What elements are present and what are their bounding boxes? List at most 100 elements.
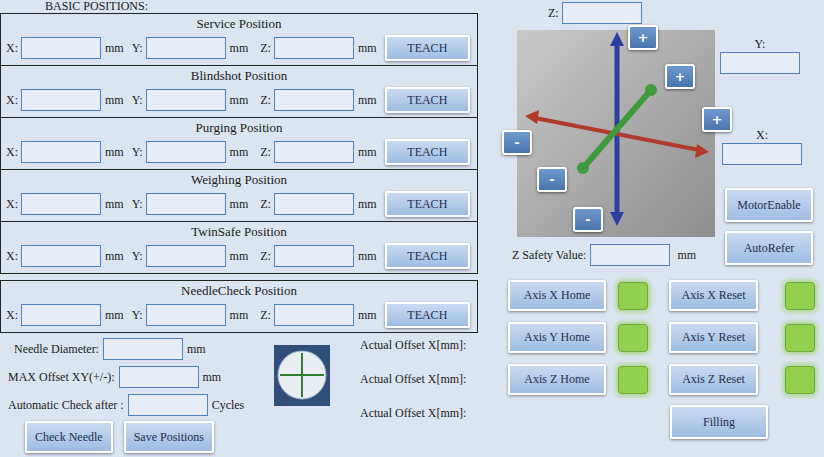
field-label: X: [6,197,18,212]
home-button[interactable]: Axis X Home [508,280,606,311]
coordinate-input[interactable] [146,304,226,326]
position-box: Blindshot PositionX:mmY:mmZ:mmTEACH [0,65,478,118]
field-label: X: [6,249,18,264]
needle-input[interactable] [103,338,183,360]
z-safety-input[interactable] [590,244,670,266]
position-row: X: mmY: mm Z:mmTEACH [1,240,477,273]
field-label: MAX Offset XY(+/-): [8,370,115,385]
coordinate-field: Z:mm [260,304,384,326]
teach-button[interactable]: TEACH [385,87,470,113]
jog-button[interactable]: + [702,107,732,132]
jog-button[interactable]: - [537,167,567,192]
coordinate-input[interactable] [146,245,226,267]
needle-input[interactable] [128,394,208,416]
coordinate-input[interactable] [146,141,226,163]
coordinate-input[interactable] [21,193,101,215]
coordinate-field: Z:mm [260,193,384,215]
unit-label: mm [358,308,377,323]
needle-button[interactable]: Check Needle [25,421,113,453]
position-box: Service PositionX:mmY:mmZ:mmTEACH [0,13,478,66]
field-label: Y: [132,197,143,212]
home-indicator [618,282,648,310]
needle-field: Needle Diameter:mm [8,335,274,363]
coordinate-input[interactable] [274,245,354,267]
field-label: Automatic Check after : [8,398,124,413]
offset-label: Actual Offset X[mm]: [360,371,466,405]
reset-button[interactable]: Axis X Reset [669,280,758,311]
coordinate-field: X:mm [6,37,132,59]
teach-button[interactable]: TEACH [385,243,470,269]
teach-button[interactable]: TEACH [385,191,470,217]
field-label: Y: [132,249,143,264]
unit-label: mm [358,93,377,108]
needle-button[interactable]: Save Positions [124,421,214,453]
unit-label: mm [230,145,249,160]
teach-button[interactable]: TEACH [385,35,470,61]
teach-button[interactable]: TEACH [385,302,470,328]
z-input[interactable] [562,2,642,24]
unit-label: Cycles [212,398,245,413]
position-box: TwinSafe PositionX:mmY:mmZ:mmTEACH [0,221,478,274]
position-row: X: mmY: mmZ:mmTEACH [1,136,477,169]
unit-label: mm [358,197,377,212]
jog-button[interactable]: - [573,207,603,232]
axes-view: +++--- [517,30,715,237]
field-label: Y: [132,145,143,160]
needle-input[interactable] [119,366,199,388]
filling-button[interactable]: Filling [670,405,768,439]
jog-button[interactable]: + [665,64,695,89]
field-label: Needle Diameter: [14,342,99,357]
home-button[interactable]: Axis Z Home [508,364,606,395]
coordinate-field: X: mm [6,245,132,267]
coordinate-input[interactable] [274,89,354,111]
coordinate-field: X:mm [6,89,132,111]
home-button[interactable]: Axis Y Home [508,322,606,353]
coordinate-input[interactable] [146,37,226,59]
reset-button[interactable]: Axis Z Reset [669,364,758,395]
coordinate-field: Y:mm [132,37,261,59]
crosshair-icon [274,345,330,406]
needle-form: Needle Diameter:mmMAX Offset XY(+/-):mmA… [0,335,274,453]
coordinate-input[interactable] [146,193,226,215]
coordinate-input[interactable] [274,193,354,215]
coordinate-field: Z:mm [260,245,384,267]
y-input[interactable] [720,52,800,74]
unit-label: mm [105,249,124,264]
coordinate-input[interactable] [274,304,354,326]
coordinate-input[interactable] [21,304,101,326]
coordinate-input[interactable] [21,141,101,163]
unit-label: mm [230,197,249,212]
reset-indicator [785,324,815,352]
coordinate-field: Y: mm [132,193,261,215]
jog-button[interactable]: + [628,25,658,50]
coordinate-input[interactable] [274,141,354,163]
jog-area: Z:+++---Z Safety Value:mmY:X:MotorEnable… [478,0,824,266]
teach-button[interactable]: TEACH [385,139,470,165]
field-label: X: [6,145,18,160]
x-input[interactable] [722,143,802,165]
position-box: NeedleCheck PositionX:mmY:mmZ:mmTEACH [0,280,478,333]
offset-label: Actual Offset X[mm]: [360,405,466,439]
needle-field: Automatic Check after : Cycles [8,391,274,419]
coordinate-input[interactable] [21,89,101,111]
coordinate-input[interactable] [274,37,354,59]
position-box: Purging PositionX:mmY:mmZ:mmTEACH [0,117,478,170]
home-indicator [618,324,648,352]
field-label: X: [6,93,18,108]
setup-screen: BASIC POSITIONS:Service PositionX:mmY:mm… [0,0,824,457]
field-label: Y: [132,308,143,323]
jog-button[interactable]: - [502,130,532,155]
auto-refer-button[interactable]: AutoRefer [725,231,813,265]
coordinate-input[interactable] [21,245,101,267]
y-label: Y: [715,36,800,52]
coordinate-field: Z:mm [260,141,384,163]
coordinate-input[interactable] [146,89,226,111]
motor-enable-button[interactable]: MotorEnable [725,188,813,222]
coordinate-input[interactable] [21,37,101,59]
unit-label: mm [105,41,124,56]
coordinate-field: Y: mm [132,141,261,163]
reset-button[interactable]: Axis Y Reset [669,322,758,353]
field-label: Y: [132,41,143,56]
coordinate-field: Z:mm [260,89,384,111]
offset-readouts: Actual Offset X[mm]:Actual Offset X[mm]:… [330,335,466,453]
